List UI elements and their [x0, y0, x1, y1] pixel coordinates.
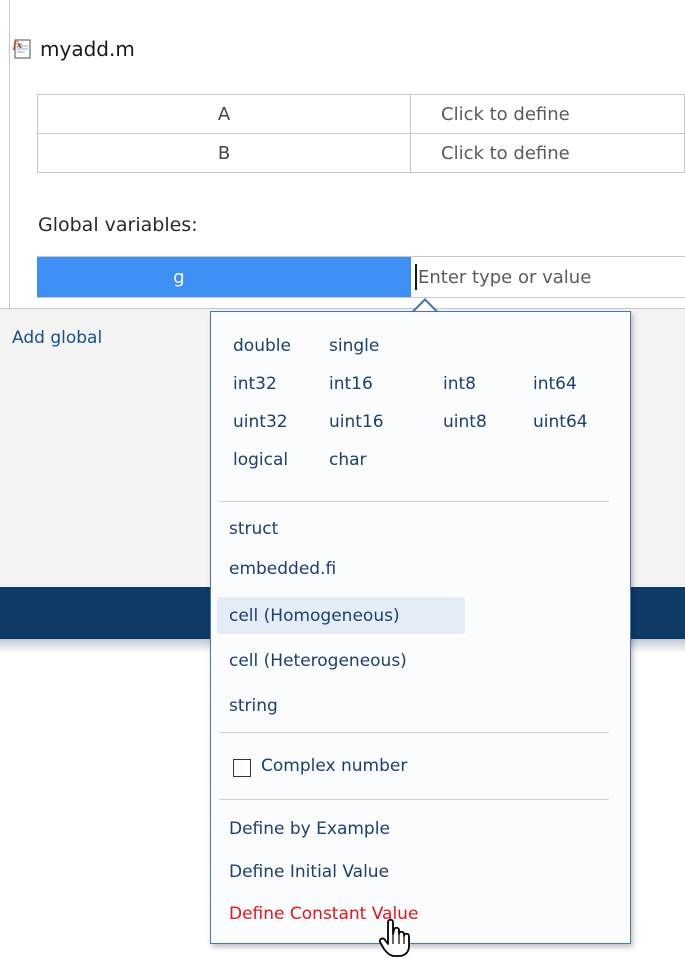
type-option-double[interactable]: double — [233, 336, 291, 356]
global-name-cell[interactable]: g — [37, 257, 411, 297]
add-global-link[interactable]: Add global — [12, 328, 102, 348]
type-option-cell-homogeneous[interactable]: cell (Homogeneous) — [229, 606, 400, 626]
type-option-logical[interactable]: logical — [233, 450, 288, 470]
menu-separator — [219, 501, 609, 502]
menu-separator — [219, 799, 609, 800]
file-name: myadd.m — [40, 37, 135, 61]
type-option-int32[interactable]: int32 — [233, 374, 277, 394]
define-by-example-option[interactable]: Define by Example — [229, 819, 390, 839]
arg-name: B — [37, 133, 411, 173]
type-menu-popup: double single int32 int16 int8 int64 uin… — [210, 311, 631, 944]
type-option-uint32[interactable]: uint32 — [233, 412, 288, 432]
menu-separator — [219, 732, 609, 733]
arguments-table: A Click to define B Click to define — [37, 94, 685, 173]
add-global-area: Add global — [12, 298, 202, 578]
global-variables-label: Global variables: — [38, 214, 198, 236]
table-row: A Click to define — [37, 94, 685, 134]
svg-text:fx: fx — [12, 41, 23, 51]
type-option-int16[interactable]: int16 — [329, 374, 373, 394]
hand-cursor-icon — [378, 918, 410, 957]
type-option-int8[interactable]: int8 — [443, 374, 476, 394]
panel-border — [9, 0, 10, 308]
table-row: B Click to define — [37, 133, 685, 173]
type-option-string[interactable]: string — [229, 696, 278, 716]
complex-number-label[interactable]: Complex number — [261, 756, 407, 776]
type-option-uint64[interactable]: uint64 — [533, 412, 588, 432]
global-type-input[interactable]: Enter type or value — [415, 257, 685, 297]
arg-type-cell[interactable]: Click to define — [410, 133, 685, 173]
type-option-uint16[interactable]: uint16 — [329, 412, 384, 432]
type-option-char[interactable]: char — [329, 450, 367, 470]
entry-points-panel: fx myadd.m A Click to define B Click to … — [0, 0, 685, 309]
type-option-single[interactable]: single — [329, 336, 379, 356]
global-type-placeholder: Enter type or value — [418, 266, 592, 288]
type-option-embedded-fi[interactable]: embedded.fi — [229, 559, 336, 579]
type-option-struct[interactable]: struct — [229, 519, 278, 539]
complex-number-checkbox[interactable] — [233, 759, 251, 777]
type-option-uint8[interactable]: uint8 — [443, 412, 487, 432]
entry-point-file[interactable]: fx myadd.m — [12, 34, 135, 64]
global-variable-row: g Enter type or value — [37, 256, 685, 298]
type-option-cell-heterogeneous[interactable]: cell (Heterogeneous) — [229, 651, 407, 671]
arg-name: A — [37, 94, 411, 134]
function-file-icon: fx — [12, 39, 31, 59]
define-initial-value-option[interactable]: Define Initial Value — [229, 862, 389, 882]
global-name: g — [173, 266, 185, 288]
arg-type-cell[interactable]: Click to define — [410, 94, 685, 134]
text-caret — [415, 264, 417, 290]
type-option-int64[interactable]: int64 — [533, 374, 577, 394]
